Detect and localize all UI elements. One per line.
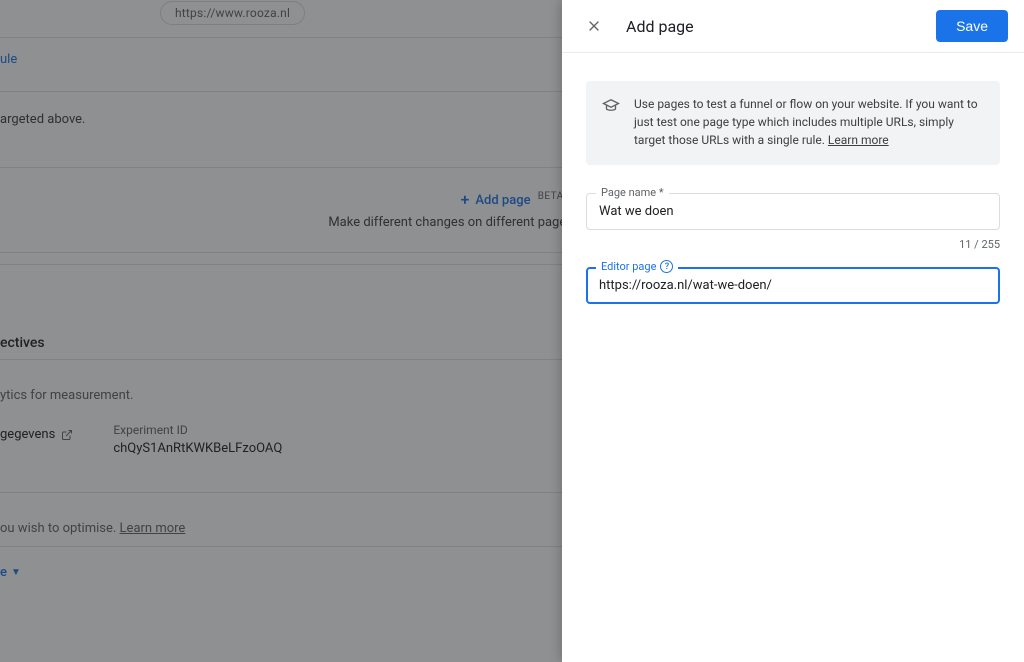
info-box: Use pages to test a funnel or flow on yo… [586, 81, 1000, 165]
editor-page-label-text: Editor page [601, 260, 656, 273]
page-name-charcount: 11 / 255 [586, 238, 1000, 251]
panel-body: Use pages to test a funnel or flow on yo… [562, 53, 1024, 340]
learn-more-link[interactable]: Learn more [828, 133, 889, 147]
add-page-panel: Add page Save Use pages to test a funnel… [562, 0, 1024, 662]
info-text: Use pages to test a funnel or flow on yo… [634, 95, 984, 149]
close-icon [586, 18, 602, 34]
save-button[interactable]: Save [936, 10, 1008, 42]
close-button[interactable] [578, 10, 610, 42]
graduation-cap-icon [602, 96, 620, 114]
page-name-field: Page name * [586, 193, 1000, 230]
page-name-label: Page name * [596, 186, 669, 199]
editor-page-field: Editor page ? [586, 267, 1000, 304]
panel-title: Add page [626, 17, 920, 36]
help-icon[interactable]: ? [660, 260, 673, 273]
panel-header: Add page Save [562, 0, 1024, 53]
info-text-content: Use pages to test a funnel or flow on yo… [634, 97, 978, 147]
editor-page-label: Editor page ? [596, 260, 678, 273]
